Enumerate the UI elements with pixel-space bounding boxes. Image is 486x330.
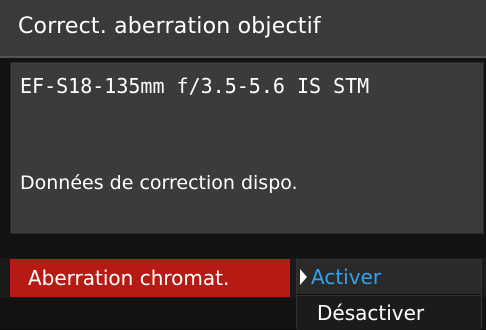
menu-title: Correct. aberration objectif bbox=[18, 14, 321, 39]
option-desactiver[interactable]: Désactiver bbox=[297, 295, 481, 330]
option-label: Activer bbox=[311, 265, 382, 289]
correction-data-status: Données de correction dispo. bbox=[20, 172, 298, 194]
option-activer[interactable]: Activer bbox=[297, 260, 481, 294]
selection-cursor-icon bbox=[300, 269, 307, 285]
option-label: Désactiver bbox=[317, 301, 425, 325]
option-dropdown: Activer Désactiver bbox=[296, 259, 482, 330]
menu-title-bar: Correct. aberration objectif bbox=[0, 0, 486, 58]
camera-menu-screen: Correct. aberration objectif EF-S18-135m… bbox=[0, 0, 486, 330]
lens-name: EF-S18-135mm f/3.5-5.6 IS STM bbox=[20, 74, 370, 98]
chromatic-aberration-setting[interactable]: Aberration chromat. bbox=[10, 259, 290, 297]
